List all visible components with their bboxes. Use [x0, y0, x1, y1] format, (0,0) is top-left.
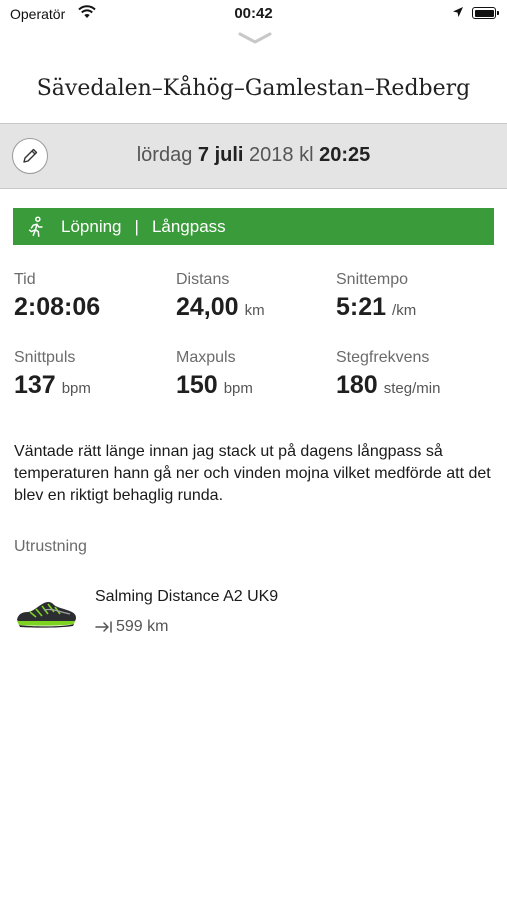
- equipment-distance: 599 km: [95, 618, 168, 636]
- equipment-heading: Utrustning: [14, 538, 87, 555]
- shoe-image[interactable]: [14, 590, 78, 632]
- stat-unit: /km: [392, 302, 417, 319]
- stat-label: Snittempo: [336, 271, 409, 288]
- workout-notes: Väntade rätt länge innan jag stack ut på…: [14, 443, 491, 504]
- date-time: 20:25: [319, 144, 371, 166]
- stat-snittempo: Snittempo 5:21/km: [336, 271, 416, 322]
- stat-distans: Distans 24,00 km: [176, 271, 265, 322]
- stat-value: 5:21: [336, 293, 387, 321]
- stat-value: 24,00: [176, 293, 239, 321]
- location-arrow-icon: [453, 7, 463, 17]
- date-day-month: 7 juli: [197, 144, 244, 166]
- stat-tid: Tid 2:08:06: [14, 271, 100, 322]
- stat-value: 180: [336, 371, 378, 399]
- stat-unit: bpm: [61, 380, 91, 397]
- stat-unit: bpm: [223, 380, 253, 397]
- stat-label: Maxpuls: [176, 349, 236, 366]
- stat-unit: km: [244, 302, 265, 319]
- status-bar: Operatör 00:42: [0, 0, 507, 30]
- stat-unit: steg/min: [383, 380, 441, 397]
- stat-label: Stegfrekvens: [336, 349, 430, 366]
- activity-subtype: Långpass: [151, 216, 226, 236]
- stat-value: 150: [176, 371, 218, 399]
- arrow-to-line-icon: [95, 621, 112, 633]
- equipment-name[interactable]: Salming Distance A2 UK9: [95, 588, 278, 606]
- workout-date: lördag 7 juli 2018 kl 20:25: [0, 144, 507, 167]
- page-title: Sävedalen–Kåhög–Gamlestan–Redberg: [36, 76, 471, 101]
- stat-label: Distans: [176, 271, 230, 288]
- date-kl: kl: [299, 144, 314, 166]
- running-icon: [28, 215, 43, 237]
- equipment-distance-value: 599 km: [116, 618, 169, 635]
- date-year: 2018: [249, 144, 294, 166]
- stat-value: 2:08:06: [14, 293, 101, 321]
- activity-type-bar: Löpning | Långpass: [13, 208, 494, 245]
- stat-maxpuls: Maxpuls 150 bpm: [176, 349, 253, 400]
- battery-icon: [472, 7, 499, 19]
- date-bar: lördag 7 juli 2018 kl 20:25: [0, 123, 507, 189]
- activity-type: Löpning: [61, 216, 122, 236]
- stat-stegfrekvens: Stegfrekvens 180 steg/min: [336, 349, 440, 400]
- activity-separator: |: [134, 216, 139, 236]
- chevron-down-icon[interactable]: [238, 32, 272, 44]
- stat-label: Snittpuls: [14, 349, 76, 366]
- stat-value: 137: [14, 371, 56, 399]
- stat-label: Tid: [14, 271, 36, 288]
- stat-snittpuls: Snittpuls 137 bpm: [14, 349, 91, 400]
- clock: 00:42: [234, 5, 273, 22]
- date-weekday: lördag: [136, 144, 193, 166]
